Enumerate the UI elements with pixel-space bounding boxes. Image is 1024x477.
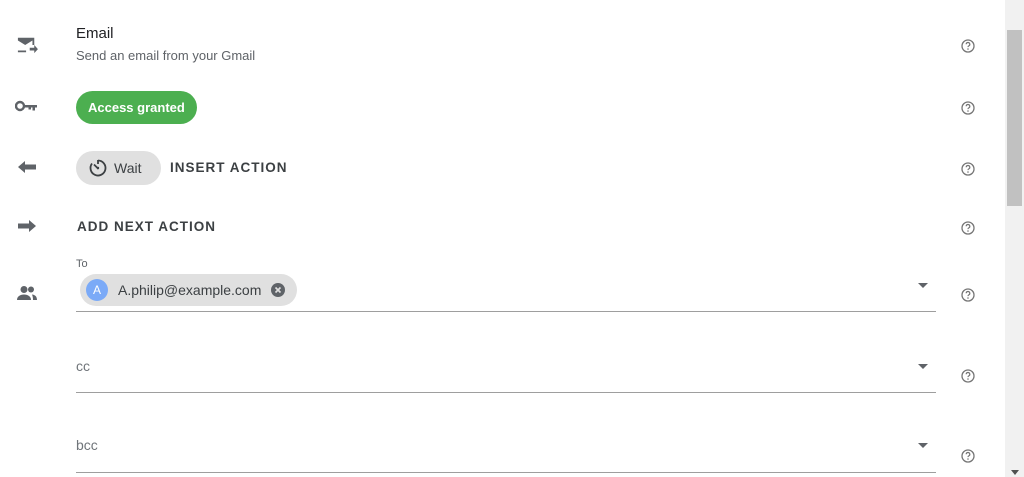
arrow-left-icon (14, 154, 40, 180)
help-icon[interactable] (960, 448, 976, 464)
to-dropdown-caret-icon[interactable] (918, 283, 928, 288)
access-granted-badge[interactable]: Access granted (76, 91, 197, 124)
bcc-dropdown-caret-icon[interactable] (918, 443, 928, 448)
cc-field-underline (76, 392, 936, 393)
help-icon[interactable] (960, 368, 976, 384)
key-icon (14, 93, 40, 119)
to-field-label: To (76, 258, 88, 270)
insert-action-button[interactable]: INSERT ACTION (170, 160, 288, 175)
to-field-underline (76, 311, 936, 312)
help-icon[interactable] (960, 161, 976, 177)
step-title: Email (76, 25, 114, 42)
remove-chip-icon[interactable] (271, 283, 286, 297)
avatar: A (86, 279, 108, 301)
add-next-action-button[interactable]: ADD NEXT ACTION (77, 219, 216, 234)
email-forward-icon (14, 32, 40, 58)
timer-icon (88, 158, 108, 178)
people-icon (14, 280, 40, 306)
wait-action-chip[interactable]: Wait (76, 151, 161, 185)
scrollbar-thumb[interactable] (1007, 30, 1022, 206)
recipient-chip[interactable]: A A.philip@example.com (80, 274, 297, 306)
cc-input[interactable]: cc (76, 358, 90, 374)
recipient-email: A.philip@example.com (118, 282, 262, 298)
cc-dropdown-caret-icon[interactable] (918, 364, 928, 369)
help-icon[interactable] (960, 100, 976, 116)
help-icon[interactable] (960, 220, 976, 236)
bcc-field-underline (76, 472, 936, 473)
arrow-right-icon (14, 213, 40, 239)
help-icon[interactable] (960, 287, 976, 303)
bcc-input[interactable]: bcc (76, 437, 98, 453)
help-icon[interactable] (960, 38, 976, 54)
scroll-down-arrow-icon[interactable] (1011, 470, 1019, 475)
step-subtitle: Send an email from your Gmail (76, 48, 256, 63)
wait-chip-label: Wait (114, 160, 142, 176)
